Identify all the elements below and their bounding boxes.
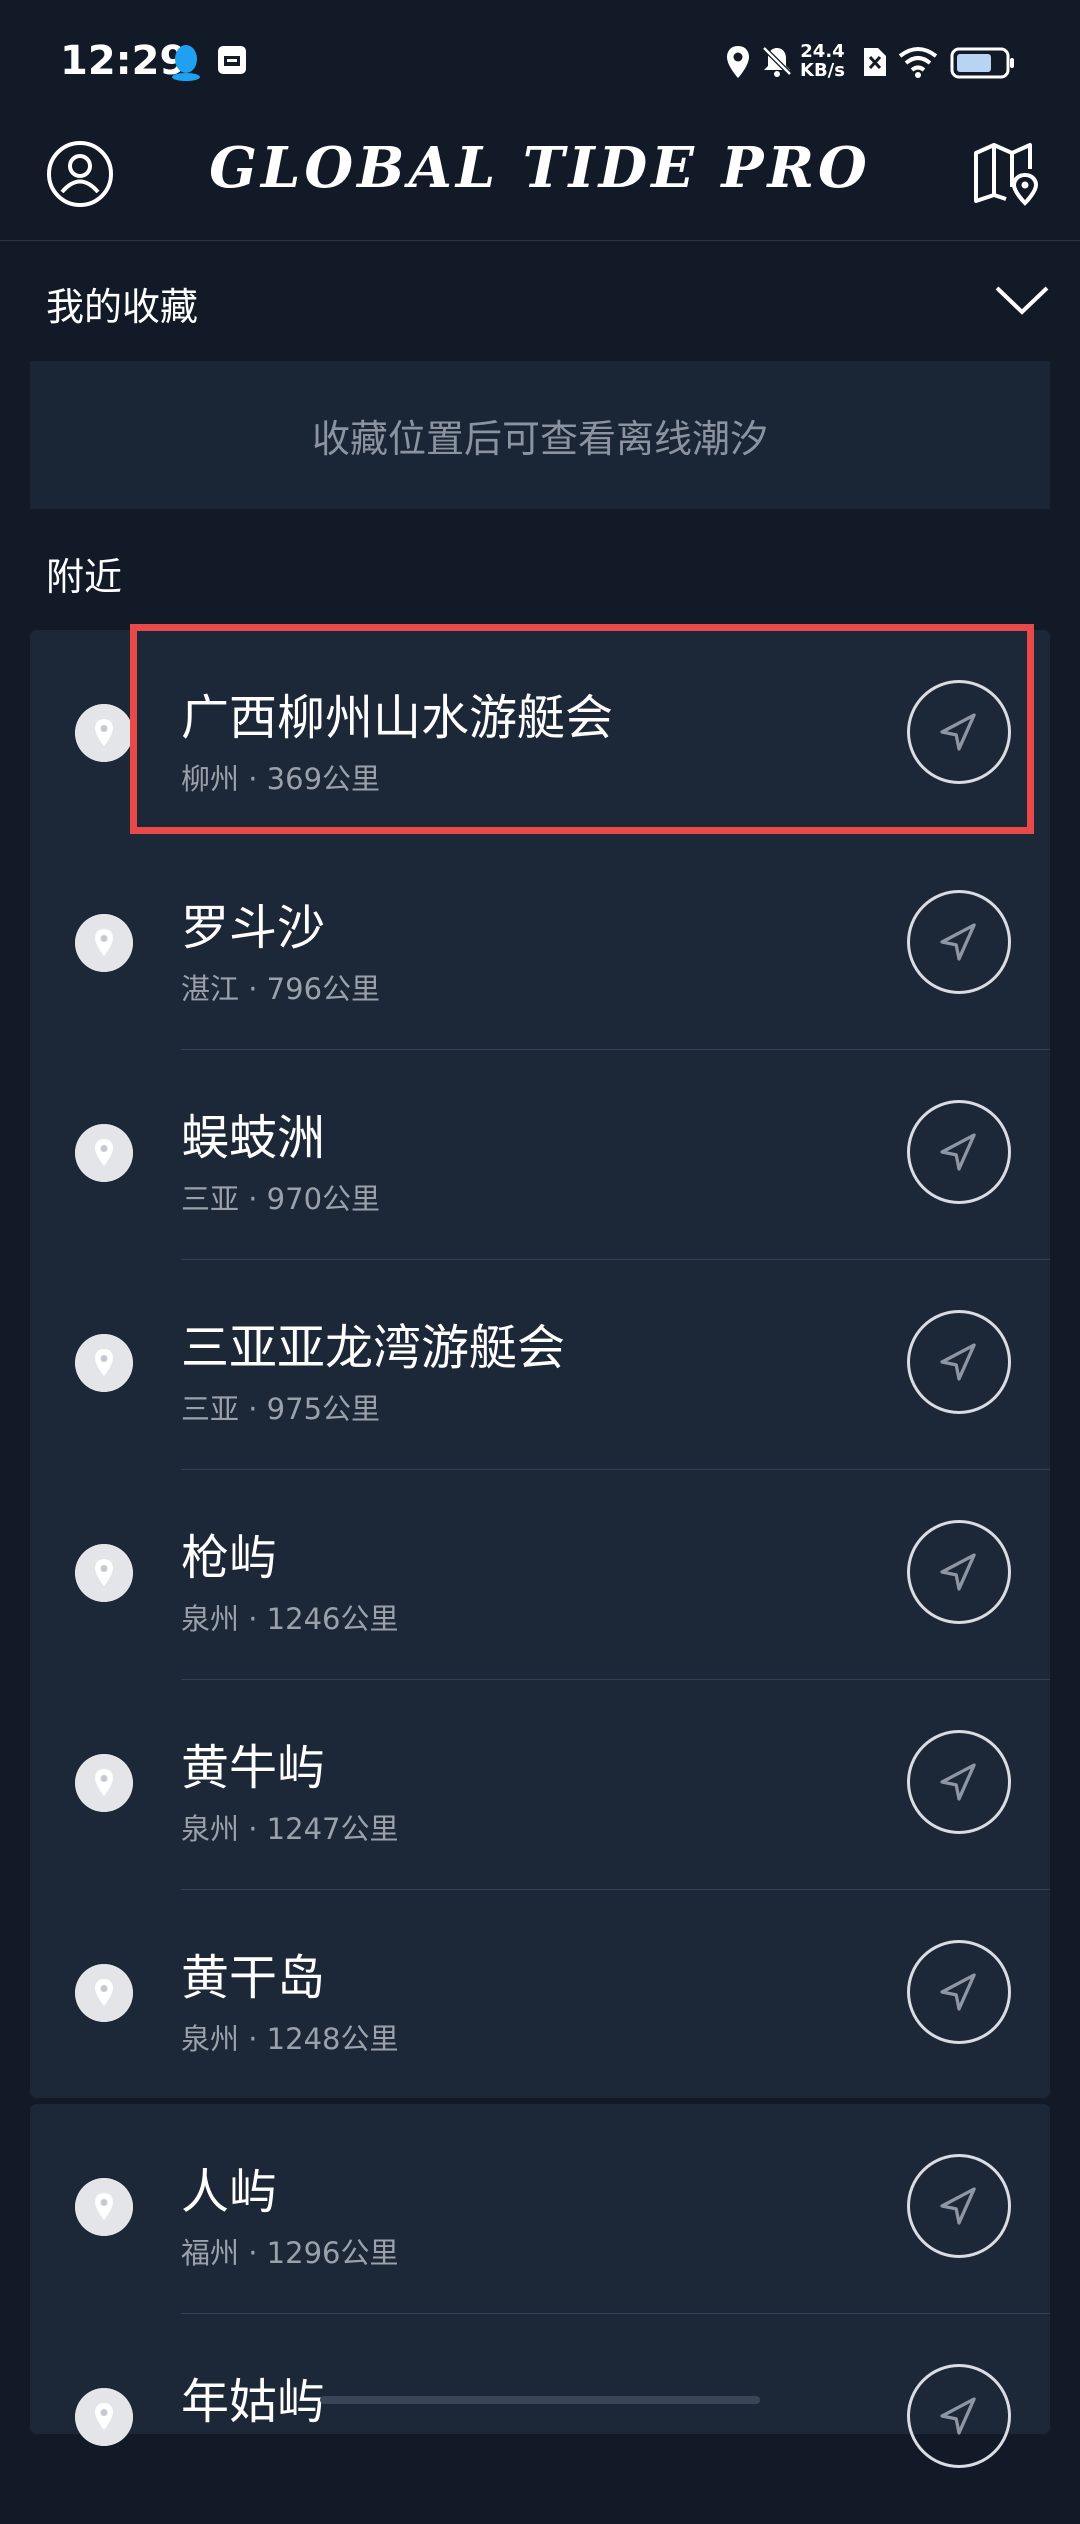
separator: · — [239, 1812, 267, 1846]
list-item[interactable]: 蜈蚑洲三亚 · 970公里 — [30, 1050, 1050, 1260]
home-indicator[interactable] — [320, 2396, 760, 2404]
navigate-button[interactable] — [907, 680, 1011, 784]
location-name: 黄牛屿 — [181, 1740, 326, 1796]
location-city: 柳州 — [181, 762, 240, 796]
list-item[interactable]: 枪屿泉州 · 1246公里 — [30, 1470, 1050, 1680]
location-city: 湛江 — [181, 972, 240, 1006]
location-name: 枪屿 — [181, 1530, 278, 1586]
navigate-button[interactable] — [907, 890, 1011, 994]
separator: · — [239, 2236, 267, 2270]
navigate-button[interactable] — [907, 1520, 1011, 1624]
navigate-button[interactable] — [907, 1100, 1011, 1204]
location-name: 罗斗沙 — [181, 900, 326, 956]
navigate-button[interactable] — [907, 1310, 1011, 1414]
location-distance: 1247公里 — [266, 1812, 399, 1846]
location-name: 年姑屿 — [181, 2374, 326, 2430]
list-item[interactable]: 黄干岛泉州 · 1248公里 — [30, 1890, 1050, 2100]
list-item[interactable]: 三亚亚龙湾游艇会三亚 · 975公里 — [30, 1260, 1050, 1470]
status-bar: 12:29 24.4 KB/s — [0, 0, 1080, 125]
separator: · — [239, 1602, 267, 1636]
inbox-icon — [218, 46, 246, 74]
net-speed-value: 24.4 — [800, 41, 845, 62]
no-sim-icon — [864, 48, 886, 76]
location-city: 泉州 — [181, 1602, 240, 1636]
location-distance: 796公里 — [266, 972, 381, 1006]
qq-icon — [172, 45, 200, 81]
location-meta: 福州 · 1296公里 — [181, 2230, 398, 2272]
location-pin-icon — [75, 704, 133, 762]
location-distance: 1296公里 — [266, 2236, 399, 2270]
separator: · — [239, 762, 267, 796]
location-meta: 三亚 · 970公里 — [181, 1176, 380, 1218]
location-city: 泉州 — [181, 2022, 240, 2056]
map-pin-icon[interactable] — [970, 139, 1044, 213]
navigate-button[interactable] — [907, 1730, 1011, 1834]
location-city: 三亚 — [181, 1392, 240, 1426]
location-pin-icon — [75, 1124, 133, 1182]
separator: · — [239, 1392, 267, 1426]
status-time: 12:29 — [60, 38, 188, 84]
navigate-button[interactable] — [907, 1940, 1011, 2044]
location-distance: 970公里 — [266, 1182, 381, 1216]
list-item[interactable]: 年姑屿 · — [30, 2314, 1050, 2524]
location-pin-icon — [75, 1964, 133, 2022]
wifi-icon — [898, 47, 938, 78]
nearby-title: 附近 — [46, 555, 123, 599]
location-city: 福州 — [181, 2236, 240, 2270]
location-meta: 湛江 · 796公里 — [181, 966, 380, 1008]
chevron-down-icon[interactable] — [994, 284, 1050, 316]
location-pin-icon — [75, 2388, 133, 2446]
location-name: 人屿 — [181, 2164, 278, 2220]
mute-icon — [762, 46, 792, 77]
location-pin-icon — [75, 914, 133, 972]
location-meta: 泉州 · 1246公里 — [181, 1596, 398, 1638]
location-distance: 1248公里 — [266, 2022, 399, 2056]
location-pin-icon — [75, 1754, 133, 1812]
nearby-list-continued: 人屿福州 · 1296公里年姑屿 · — [30, 2104, 1050, 2468]
location-meta: 柳州 · 369公里 — [181, 756, 380, 798]
location-distance: 1246公里 — [266, 1602, 399, 1636]
location-icon — [727, 46, 749, 78]
location-distance: 975公里 — [266, 1392, 381, 1426]
navigate-button[interactable] — [907, 2364, 1011, 2468]
location-city: 三亚 — [181, 1182, 240, 1216]
list-item[interactable]: 罗斗沙湛江 · 796公里 — [30, 840, 1050, 1050]
list-item[interactable]: 人屿福州 · 1296公里 — [30, 2104, 1050, 2314]
location-meta: 三亚 · 975公里 — [181, 1386, 380, 1428]
separator: · — [239, 972, 267, 1006]
location-name: 蜈蚑洲 — [181, 1110, 326, 1166]
favorites-empty-message: 收藏位置后可查看离线潮汐 — [30, 361, 1050, 509]
separator: · — [239, 2022, 267, 2056]
location-meta: 泉州 · 1248公里 — [181, 2016, 398, 2058]
separator: · — [239, 1182, 267, 1216]
net-speed: 24.4 KB/s — [800, 42, 845, 80]
location-pin-icon — [75, 1334, 133, 1392]
location-distance: 369公里 — [266, 762, 381, 796]
nearby-list: 广西柳州山水游艇会柳州 · 369公里罗斗沙湛江 · 796公里蜈蚑洲三亚 · … — [30, 630, 1050, 2098]
location-name: 黄干岛 — [181, 1950, 326, 2006]
list-item[interactable]: 广西柳州山水游艇会柳州 · 369公里 — [30, 630, 1050, 840]
location-pin-icon — [75, 1544, 133, 1602]
navigate-button[interactable] — [907, 2154, 1011, 2258]
location-city: 泉州 — [181, 1812, 240, 1846]
location-pin-icon — [75, 2178, 133, 2236]
app-title: GLOBAL TIDE PRO — [209, 135, 871, 201]
net-speed-unit: KB/s — [800, 60, 845, 81]
list-item[interactable]: 黄牛屿泉州 · 1247公里 — [30, 1680, 1050, 1890]
location-name: 广西柳州山水游艇会 — [181, 690, 614, 746]
battery-icon — [950, 47, 1014, 79]
app-header: GLOBAL TIDE PRO — [0, 125, 1080, 241]
favorites-title: 我的收藏 — [46, 285, 199, 329]
location-name: 三亚亚龙湾游艇会 — [181, 1320, 566, 1376]
location-meta: 泉州 · 1247公里 — [181, 1806, 398, 1848]
